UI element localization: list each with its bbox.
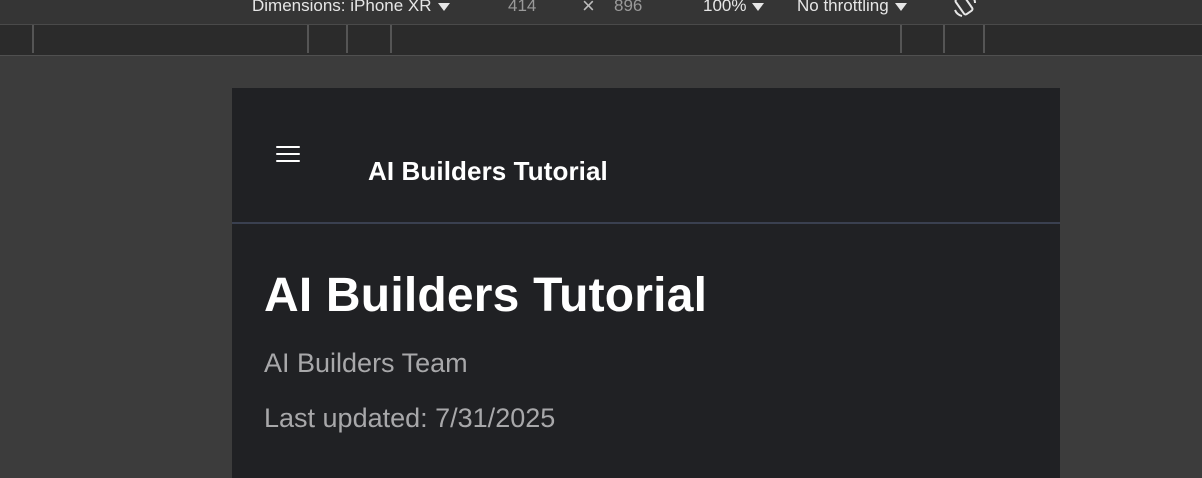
app-header: AI Builders Tutorial [232, 88, 1060, 224]
ruler-tick [943, 25, 945, 53]
rotate-button[interactable] [952, 0, 976, 18]
width-input[interactable]: 414 [508, 0, 536, 18]
author-line: AI Builders Team [264, 348, 468, 378]
ruler-tick [900, 25, 902, 53]
chevron-down-icon [437, 3, 450, 11]
media-query-ruler [0, 25, 1202, 56]
width-value: 414 [508, 0, 537, 15]
rotate-device-icon [954, 0, 976, 17]
ruler-tick [983, 25, 985, 53]
times-symbol: × [582, 0, 595, 18]
height-input[interactable]: 896 [614, 0, 642, 18]
dimension-separator: × [582, 0, 595, 18]
last-updated: Last updated: 7/31/2025 [264, 403, 556, 433]
zoom-dropdown[interactable]: 100% [703, 0, 765, 18]
page-title: AI Builders Tutorial [264, 269, 708, 322]
devtools-device-toolbar: Dimensions: iPhone XR 414 × 896 100% No … [0, 0, 1202, 25]
throttling-dropdown[interactable]: No throttling [797, 0, 907, 18]
ruler-tick [390, 25, 392, 53]
chevron-down-icon [752, 3, 765, 11]
device-viewport: AI Builders Tutorial AI Builders Tutoria… [232, 88, 1060, 478]
hamburger-menu-icon[interactable] [276, 146, 300, 166]
dimensions-dropdown[interactable]: Dimensions: iPhone XR [252, 0, 450, 18]
height-value: 896 [614, 0, 643, 15]
zoom-label: 100% [703, 0, 747, 15]
chevron-down-icon [894, 3, 907, 11]
dimensions-label: Dimensions: iPhone XR [252, 0, 432, 15]
header-title: AI Builders Tutorial [368, 156, 608, 186]
ruler-tick [346, 25, 348, 53]
ruler-tick [32, 25, 34, 53]
throttling-label: No throttling [797, 0, 889, 15]
ruler-tick [307, 25, 309, 53]
